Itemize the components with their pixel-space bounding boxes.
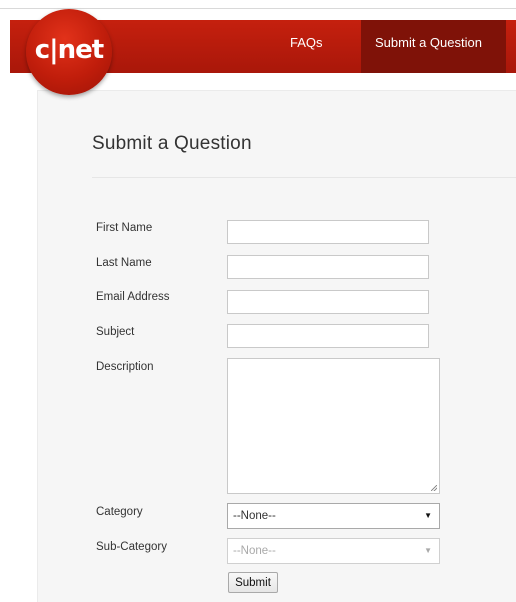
submit-button[interactable]: Submit [228, 572, 278, 593]
description-label: Description [96, 361, 154, 373]
subject-field[interactable] [227, 324, 429, 348]
category-selected-value: --None-- [233, 510, 276, 522]
logo-text: c|net [34, 35, 104, 65]
last-name-field[interactable] [227, 255, 429, 279]
nav-faqs-link[interactable]: FAQs [290, 35, 323, 50]
resize-handle-icon[interactable] [431, 485, 437, 491]
nav-submit-question-link[interactable]: Submit a Question [375, 35, 482, 50]
email-label: Email Address [96, 291, 170, 303]
subcategory-selected-value: --None-- [233, 545, 276, 557]
description-textarea[interactable] [227, 358, 440, 494]
cnet-logo[interactable]: c|net [26, 9, 112, 95]
first-name-label: First Name [96, 222, 153, 234]
subcategory-select: --None-- ▼ [227, 538, 440, 564]
first-name-field[interactable] [227, 220, 429, 244]
subcategory-label: Sub-Category [96, 541, 167, 553]
subject-label: Subject [96, 326, 135, 338]
page-title: Submit a Question [92, 133, 252, 154]
category-select[interactable]: --None-- ▼ [227, 503, 440, 529]
chevron-down-icon: ▼ [424, 511, 432, 520]
category-label: Category [96, 506, 143, 518]
chevron-down-icon: ▼ [424, 546, 432, 555]
title-divider [92, 177, 516, 178]
email-field[interactable] [227, 290, 429, 314]
last-name-label: Last Name [96, 257, 152, 269]
